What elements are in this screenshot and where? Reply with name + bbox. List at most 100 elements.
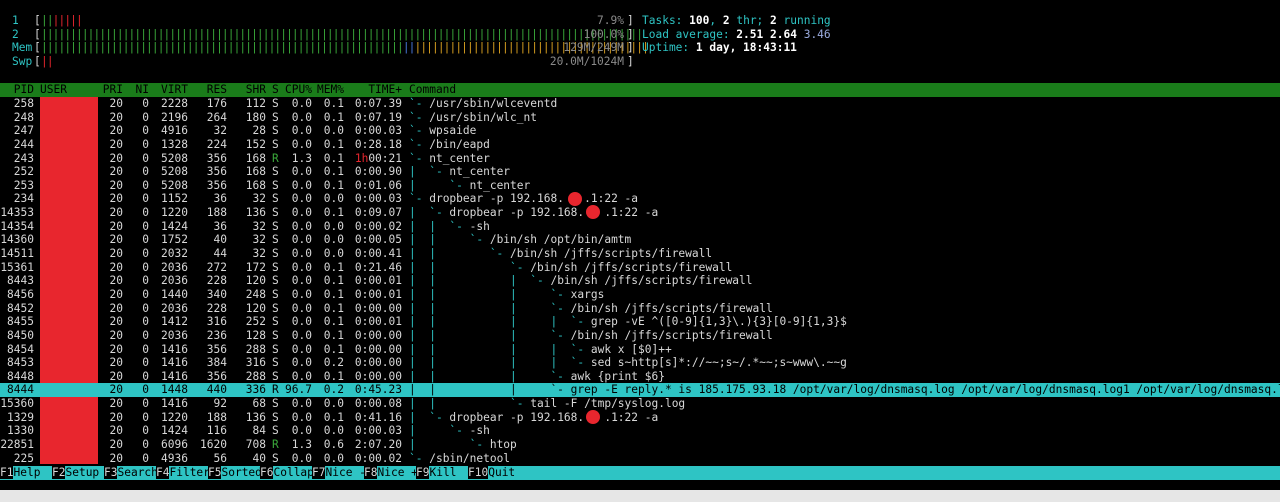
uptime-value: 1 day, 18:43:11 [695, 41, 797, 55]
process-row[interactable]: 248 20 0 2196 264 180 S 0.0 0.1 0:07.19 `- /usr/sb… [0, 111, 1280, 125]
mem-cell: 0.0 [323, 247, 344, 261]
process-row[interactable]: 8454 20 0 1416 356 288 S 0.0 0.1 0:00.00 | | | | `… [0, 343, 1280, 357]
fkey-sorted[interactable]: F5Sorted [208, 466, 262, 480]
process-row[interactable]: 8456 20 0 1440 340 248 S 0.0 0.1 0:00.01 | | | `- … [0, 288, 1280, 302]
column-header[interactable]: PID USER PRI NI VIRT RES SHR S CPU% MEM% TIME+ Comm… [0, 83, 1280, 97]
shr-cell: 136 [245, 410, 266, 424]
meter-close-bracket: ] [627, 54, 634, 68]
col-header-pid[interactable]: PID [14, 83, 34, 97]
process-row[interactable]: 15361 20 0 2036 272 172 S 0.0 0.1 0:21.46 | | `- /… [0, 261, 1280, 275]
col-header-user[interactable]: USER [40, 83, 67, 97]
redacted-ip-mark [568, 191, 582, 206]
pri-cell: 20 [109, 233, 123, 247]
ni-cell: 0 [142, 165, 149, 179]
process-row[interactable]: 14511 20 0 2032 44 32 S 0.0 0.0 0:00.41 | | `- /bi… [0, 247, 1280, 261]
process-row[interactable]: 252 20 0 5208 356 168 S 0.0 0.1 0:00.90 | `- nt_ce… [0, 165, 1280, 179]
process-row[interactable]: 8450 20 0 2036 236 128 S 0.0 0.1 0:00.00 | | | `- … [0, 329, 1280, 343]
fkey-label: Sorted [221, 466, 262, 479]
fkey-nice[interactable]: F7Nice - [312, 466, 366, 480]
s-cell: S [272, 274, 279, 288]
time-cell: 0:00.01 [354, 315, 402, 329]
fkey-setup[interactable]: F2Setup [52, 466, 99, 480]
ni-cell: 0 [142, 124, 149, 138]
res-cell: 40 [213, 233, 227, 247]
res-cell: 356 [206, 369, 227, 383]
process-row[interactable]: 247 20 0 4916 32 28 S 0.0 0.0 0:00.03 `- wpsaide [0, 124, 1280, 138]
process-row[interactable]: 8448 20 0 1416 356 288 S 0.0 0.1 0:00.00 | | | `- … [0, 370, 1280, 384]
ni-cell: 0 [142, 410, 149, 424]
fkey-help[interactable]: F1Help [0, 466, 40, 480]
process-row[interactable]: 14360 20 0 1752 40 32 S 0.0 0.0 0:00.05 | | `- /bi… [0, 233, 1280, 247]
command-cell: | | | | `- sed s~http[s]*://~~;s~/.*~~;s… [409, 356, 847, 370]
load-label: Load average: [642, 27, 737, 41]
res-cell: 316 [206, 315, 227, 329]
virt-cell: 5208 [161, 151, 188, 165]
process-row[interactable]: 14354 20 0 1424 36 32 S 0.0 0.0 0:00.02 | | `- -sh [0, 220, 1280, 234]
process-row[interactable]: 234 20 0 1152 36 32 S 0.0 0.0 0:00.03 `- dropbear … [0, 192, 1280, 206]
selected-process-row[interactable]: 8444 20 0 1448 440 336 R 96.7 0.2 0:45.23 | | | `-… [0, 383, 1280, 398]
time-cell: 0:01.06 [354, 178, 402, 192]
col-header-cpu-pct[interactable]: CPU% [285, 83, 312, 97]
pid-cell: 8444 [7, 383, 34, 397]
meter-cpu2: 2[||||||||||||||||||||||||||||||||||||||… [12, 28, 643, 42]
tree-branch: | | `- [409, 233, 490, 247]
pid-cell: 247 [13, 124, 34, 138]
shr-cell: 28 [252, 124, 266, 138]
pri-cell: 20 [109, 97, 123, 110]
process-row[interactable]: 244 20 0 1328 224 152 S 0.0 0.1 0:28.18 `- /bin/ea… [0, 138, 1280, 152]
command-cell: | | `- /bin/sh /jffs/scripts/firewall [409, 247, 712, 261]
col-header-s[interactable]: S [272, 83, 279, 97]
col-header-command[interactable]: Command [409, 83, 456, 97]
col-header-ni[interactable]: NI [136, 83, 149, 97]
shr-cell: 68 [252, 397, 266, 411]
process-row[interactable]: 14353 20 0 1220 188 136 S 0.0 0.1 0:09.07 | `- dro… [0, 206, 1280, 220]
command-cell: | | | `- grep -E reply.* is 185.175.93.1… [409, 383, 1280, 397]
process-row[interactable]: 8455 20 0 1412 316 252 S 0.0 0.1 0:00.01 | | | | `… [0, 315, 1280, 329]
fkey-search[interactable]: F3Search [104, 466, 158, 480]
col-header-time-plus[interactable]: TIME+ [368, 83, 402, 97]
time-cell: 0:00.00 [354, 342, 402, 356]
fkey-nice[interactable]: F8Nice + [364, 466, 418, 480]
process-row[interactable]: 253 20 0 5208 356 168 S 0.0 0.1 0:01.06 | `- nt_ce… [0, 179, 1280, 193]
process-row[interactable]: 15360 20 0 1416 92 68 S 0.0 0.0 0:00.08 | | `- tai… [0, 397, 1280, 411]
process-list[interactable]: 258 20 0 2228 176 112 S 0.0 0.1 0:07.39 `- /usr/sb… [0, 97, 1280, 465]
shr-cell: 32 [252, 233, 266, 247]
time-cell: 0:00.01 [354, 287, 402, 301]
tree-branch: | | | `- [409, 287, 571, 301]
res-cell: 356 [206, 342, 227, 356]
load-15min: 3.46 [803, 27, 831, 41]
fkey-quit[interactable]: F10Quit [468, 466, 515, 480]
command-text: -sh [469, 424, 490, 438]
fkey-kill[interactable]: F9Kill [416, 466, 456, 480]
s-cell: S [272, 301, 279, 315]
col-header-shr[interactable]: SHR [246, 83, 266, 97]
process-row[interactable]: 258 20 0 2228 176 112 S 0.0 0.1 0:07.39 `- /usr/sb… [0, 97, 1280, 111]
process-row[interactable]: 8452 20 0 2036 228 120 S 0.0 0.1 0:00.00 | | | `- … [0, 302, 1280, 316]
res-cell: 272 [206, 260, 227, 274]
s-cell: S [272, 233, 279, 247]
process-row[interactable]: 225 20 0 4936 56 40 S 0.0 0.0 0:00.02 `- /sbin/net… [0, 452, 1280, 466]
virt-cell: 1416 [161, 369, 188, 383]
mem-cell: 0.1 [323, 260, 344, 274]
fkey-collap[interactable]: F6Collap [260, 466, 314, 480]
mem-cell: 0.2 [323, 383, 344, 397]
res-cell: 188 [206, 206, 227, 220]
shr-cell: 120 [245, 301, 266, 315]
res-cell: 440 [206, 383, 227, 397]
process-row[interactable]: 243 20 0 5208 356 168 R 1.3 0.1 1h00:21 `- nt_cent… [0, 152, 1280, 166]
s-cell: S [272, 124, 279, 138]
process-row[interactable]: 1330 20 0 1424 116 84 S 0.0 0.0 0:00.03 | `- -sh [0, 424, 1280, 438]
col-header-mem-pct[interactable]: MEM% [317, 83, 344, 97]
col-header-pri[interactable]: PRI [103, 83, 123, 97]
process-row[interactable]: 1329 20 0 1220 188 136 S 0.0 0.1 0:41.16 | `- drop… [0, 411, 1280, 425]
col-header-virt[interactable]: VIRT [161, 83, 188, 97]
process-row[interactable]: 22851 20 0 6096 1620 708 R 1.3 0.6 2:07.20 | `- ht… [0, 438, 1280, 452]
cpu-cell: 0.0 [291, 328, 312, 342]
virt-cell: 1220 [161, 410, 188, 424]
col-header-res[interactable]: RES [207, 83, 227, 97]
fkey-filter[interactable]: F4Filter [156, 466, 210, 480]
process-row[interactable]: 8453 20 0 1416 384 316 S 0.0 0.2 0:00.00 | | | | `… [0, 356, 1280, 370]
process-row[interactable]: 8443 20 0 2036 228 120 S 0.0 0.1 0:00.01 | | | `- … [0, 274, 1280, 288]
pid-cell: 22851 [0, 438, 34, 452]
command-cell: | `- nt_center [409, 165, 510, 179]
